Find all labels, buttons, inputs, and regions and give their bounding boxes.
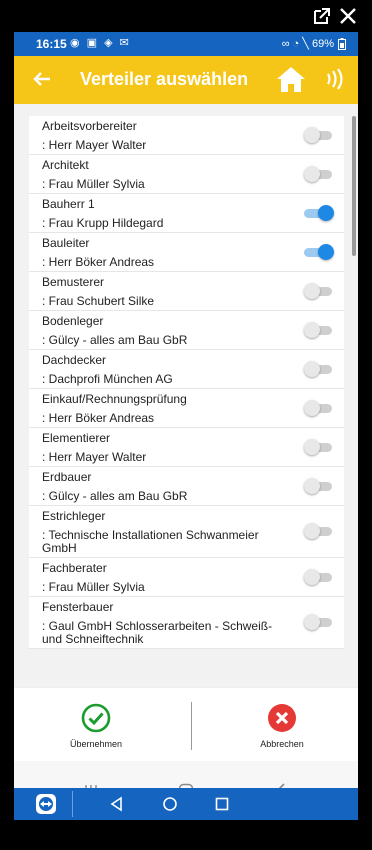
remote-recents-icon[interactable]	[214, 796, 230, 812]
toggle-knob	[318, 244, 334, 260]
remote-control-bar	[14, 788, 358, 820]
toggle-knob	[304, 523, 320, 539]
recipient-toggle[interactable]	[304, 439, 334, 455]
recipient-toggle[interactable]	[304, 523, 334, 539]
toggle-knob	[304, 569, 320, 585]
distribution-list: Arbeitsvorbereiter : Herr Mayer Walter Arc…	[29, 116, 344, 649]
recipient-toggle[interactable]	[304, 322, 334, 338]
phone-screen: 16:15 ◉ ▣ ◈ ✉ ∞ ◔ ╲ 69% Verteiler auswäh…	[14, 32, 358, 820]
status-time: 16:15	[36, 37, 67, 51]
assignee-label: : Herr Mayer Walter	[42, 138, 147, 152]
list-item[interactable]: Bemusterer : Frau Schubert Silke	[29, 272, 344, 311]
accept-button[interactable]: Übernehmen	[36, 688, 156, 762]
list-item[interactable]: Elementierer : Herr Mayer Walter	[29, 428, 344, 467]
remote-home-icon[interactable]	[162, 796, 178, 812]
system-icons: ∞ ◔ ╲ 69%	[281, 38, 334, 50]
window-frame-top	[0, 0, 372, 32]
list-item[interactable]: Arbeitsvorbereiter : Herr Mayer Walter	[29, 116, 344, 155]
toggle-knob	[304, 361, 320, 377]
popout-icon[interactable]	[312, 6, 332, 26]
recipient-toggle[interactable]	[304, 127, 334, 143]
list-scrollbar[interactable]	[352, 116, 356, 256]
remote-back-icon[interactable]	[109, 796, 125, 812]
list-item[interactable]: Fachberater : Frau Müller Sylvia	[29, 558, 344, 597]
recipient-toggle[interactable]	[304, 478, 334, 494]
recipient-toggle[interactable]	[304, 205, 334, 221]
recipient-toggle[interactable]	[304, 569, 334, 585]
list-item[interactable]: Dachdecker : Dachprofi München AG	[29, 350, 344, 389]
nfc-signal-icon[interactable]	[322, 67, 346, 91]
role-label: Bodenleger	[42, 314, 104, 328]
home-icon[interactable]	[276, 65, 306, 93]
recipient-toggle[interactable]	[304, 244, 334, 260]
checkmark-circle-icon	[81, 703, 111, 733]
status-bar: 16:15 ◉ ▣ ◈ ✉ ∞ ◔ ╲ 69%	[14, 32, 358, 56]
assignee-label: : Frau Krupp Hildegard	[42, 216, 164, 230]
recipient-toggle[interactable]	[304, 166, 334, 182]
toggle-knob	[318, 205, 334, 221]
window-frame-bottom	[0, 820, 372, 850]
cancel-label: Abbrechen	[260, 739, 304, 749]
cancel-x-icon	[268, 704, 296, 732]
action-bar: Übernehmen Abbrechen	[14, 687, 358, 761]
list-item[interactable]: Bauherr 1 : Frau Krupp Hildegard	[29, 194, 344, 233]
toggle-knob	[304, 322, 320, 338]
remote-bar-divider	[72, 791, 73, 817]
list-item[interactable]: Architekt : Frau Müller Sylvia	[29, 155, 344, 194]
recipient-toggle[interactable]	[304, 400, 334, 416]
app-bar: Verteiler auswählen	[14, 56, 358, 104]
toggle-knob	[304, 283, 320, 299]
list-item[interactable]: Einkauf/Rechnungsprüfung : Herr Böker And…	[29, 389, 344, 428]
list-item[interactable]: Estrichleger : Technische Installationen …	[29, 506, 344, 558]
role-label: Architekt	[42, 158, 89, 172]
list-item[interactable]: Erdbauer : Gülcy - alles am Bau GbR	[29, 467, 344, 506]
assignee-label: : Herr Böker Andreas	[42, 255, 155, 269]
recipient-toggle[interactable]	[304, 283, 334, 299]
assignee-label: : Technische Installationen Schwanmeier …	[42, 528, 259, 555]
assignee-label: : Gülcy - alles am Bau GbR	[42, 333, 188, 347]
role-label: Erdbauer	[42, 470, 92, 484]
toggle-knob	[304, 478, 320, 494]
role-label: Einkauf/Rechnungsprüfung	[42, 392, 187, 406]
assignee-label: : Herr Böker Andreas	[42, 411, 155, 425]
role-label: Elementierer	[42, 431, 111, 445]
page-title: Verteiler auswählen	[80, 69, 249, 89]
distribution-list-area[interactable]: Arbeitsvorbereiter : Herr Mayer Walter Arc…	[14, 104, 358, 687]
role-label: Fachberater	[42, 561, 107, 575]
role-label: Dachdecker	[42, 353, 107, 367]
role-label: Estrichleger	[42, 509, 106, 523]
list-item[interactable]: Fensterbauer : Gaul GmbH Schlosserarbeite…	[29, 597, 344, 649]
toggle-knob	[304, 400, 320, 416]
assignee-label: : Gaul GmbH Schlosserarbeiten - Schweiß-…	[42, 619, 273, 646]
teamviewer-icon[interactable]	[35, 793, 57, 815]
list-item[interactable]: Bauleiter : Herr Böker Andreas	[29, 233, 344, 272]
recipient-toggle[interactable]	[304, 614, 334, 630]
toggle-knob	[304, 127, 320, 143]
assignee-label: : Herr Mayer Walter	[42, 450, 147, 464]
toggle-knob	[304, 166, 320, 182]
assignee-label: : Gülcy - alles am Bau GbR	[42, 489, 188, 503]
recipient-toggle[interactable]	[304, 361, 334, 377]
role-label: Bauleiter	[42, 236, 90, 250]
back-arrow-icon[interactable]	[30, 67, 54, 91]
accept-label: Übernehmen	[69, 739, 123, 749]
assignee-label: : Frau Müller Sylvia	[42, 580, 145, 594]
role-label: Fensterbauer	[42, 600, 114, 614]
assignee-label: : Frau Schubert Silke	[42, 294, 155, 308]
toggle-knob	[304, 614, 320, 630]
role-label: Arbeitsvorbereiter	[42, 119, 137, 133]
battery-icon	[338, 38, 346, 50]
assignee-label: : Frau Müller Sylvia	[42, 177, 145, 191]
close-window-icon[interactable]	[338, 6, 358, 26]
notification-icons: ◉ ▣ ◈ ✉	[70, 37, 131, 49]
cancel-button[interactable]: Abbrechen	[222, 688, 342, 762]
list-item[interactable]: Bodenleger : Gülcy - alles am Bau GbR	[29, 311, 344, 350]
action-divider	[191, 702, 192, 750]
toggle-knob	[304, 439, 320, 455]
role-label: Bemusterer	[42, 275, 105, 289]
assignee-label: : Dachprofi München AG	[42, 372, 173, 386]
role-label: Bauherr 1	[42, 197, 95, 211]
